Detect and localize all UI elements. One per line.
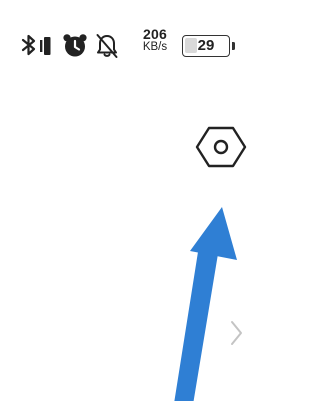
network-speed: 206 KB/s xyxy=(135,27,175,54)
battery-indicator: 29 xyxy=(182,35,235,57)
network-speed-value: 206 xyxy=(143,26,167,42)
bluetooth-icon xyxy=(21,34,36,56)
chevron-right-button[interactable] xyxy=(226,318,246,348)
settings-button[interactable] xyxy=(194,123,248,171)
battery-tip xyxy=(232,42,235,50)
phone-screen: 206 KB/s 29 xyxy=(0,0,277,401)
notifications-off-icon xyxy=(96,34,118,58)
network-speed-unit: KB/s xyxy=(142,41,168,53)
hexagon-settings-icon xyxy=(195,126,247,168)
battery-level: 29 xyxy=(197,37,215,54)
alarm-icon xyxy=(63,34,87,57)
vibrate-icon xyxy=(40,37,51,55)
pointer-arrow-shape xyxy=(174,207,237,401)
chevron-right-icon xyxy=(231,321,242,345)
